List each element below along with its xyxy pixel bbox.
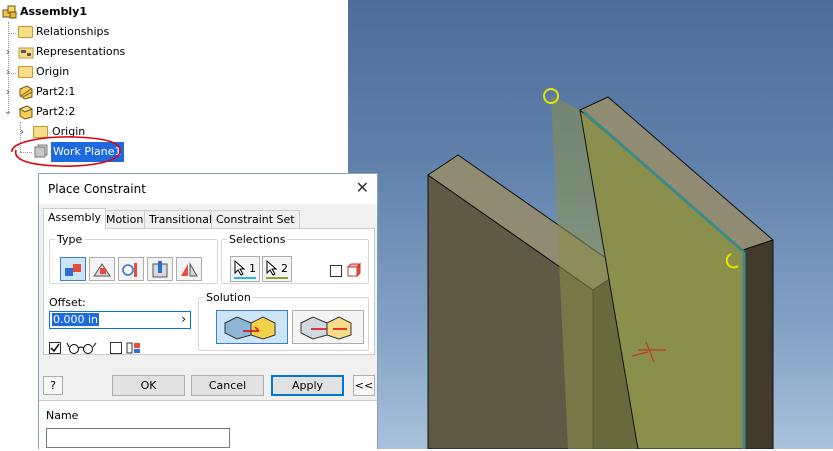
selections-label: Selections (227, 233, 288, 246)
selection-1-label: 1 (249, 262, 256, 275)
help-button[interactable]: ? (43, 376, 63, 395)
close-icon[interactable]: ✕ (356, 178, 369, 197)
selection-1-button[interactable]: 1 (230, 256, 260, 282)
tangent-constraint-button[interactable] (118, 257, 144, 281)
solution-mate-button[interactable] (216, 310, 288, 344)
insert-icon (152, 261, 168, 278)
offset-arrow-icon[interactable]: › (181, 312, 186, 326)
predict-offset-checkbox[interactable] (110, 342, 122, 354)
selection-1-indicator (234, 277, 256, 279)
selection-2-indicator (266, 277, 288, 279)
collapse-arrow-icon[interactable]: ⌄ (3, 102, 13, 122)
expand-arrow-icon[interactable]: › (3, 42, 13, 62)
representations-icon (18, 44, 34, 60)
dialog-title-bar[interactable]: Place Constraint ✕ (39, 174, 377, 204)
flush-solution-icon (300, 316, 352, 340)
name-section: Name (39, 400, 377, 451)
folder-icon (18, 66, 33, 78)
pick-part-first-checkbox[interactable] (330, 265, 342, 277)
mate-constraint-button[interactable] (60, 257, 86, 281)
ok-button[interactable]: OK (112, 375, 185, 396)
tree-item-part2-1[interactable]: › Part2:1 (0, 82, 200, 102)
checkmark-icon (50, 343, 60, 353)
offset-value: 0.000 in (52, 313, 100, 326)
expand-arrow-icon[interactable]: › (3, 82, 13, 102)
mate-icon (65, 264, 81, 276)
collapse-more-button[interactable]: << (353, 375, 375, 396)
cursor-arrow-icon (234, 260, 246, 276)
part-icon (18, 84, 34, 100)
tree-item-part2-2[interactable]: ⌄ Part2:2 (0, 102, 200, 122)
tangent-icon (122, 263, 137, 277)
tree-root-label: Assembly1 (20, 5, 87, 18)
tree-item-label: Relationships (36, 25, 110, 38)
symmetry-icon (181, 262, 198, 277)
show-preview-checkbox[interactable] (49, 342, 61, 354)
selection-point-marker (543, 88, 559, 104)
pick-part-first-icon (346, 262, 362, 278)
dialog-title: Place Constraint (48, 182, 146, 196)
place-constraint-dialog: Place Constraint ✕ Assembly Motion Trans… (38, 173, 378, 451)
tab-constraint-set[interactable]: Constraint Set (211, 210, 300, 229)
angle-constraint-button[interactable] (89, 257, 115, 281)
part-icon (18, 104, 34, 120)
tree-item-label: Representations (36, 45, 126, 58)
graphics-viewport[interactable] (348, 0, 833, 449)
viewport-scene (427, 88, 774, 449)
tree-item-relationships[interactable]: Relationships (0, 22, 200, 42)
cancel-button[interactable]: Cancel (191, 375, 264, 396)
folder-icon (18, 26, 33, 38)
highlight-circle-annotation (11, 136, 121, 167)
assembly-icon (2, 4, 18, 20)
solution-label: Solution (204, 291, 253, 304)
solution-flush-button[interactable] (292, 310, 364, 344)
angle-icon (93, 263, 111, 277)
apply-button[interactable]: Apply (271, 375, 344, 396)
tree-item-origin[interactable]: › Origin (0, 62, 200, 82)
tree-item-label: Part2:2 (36, 105, 76, 118)
name-input[interactable] (46, 428, 230, 448)
tab-motion[interactable]: Motion (101, 210, 149, 229)
glasses-icon (66, 342, 97, 354)
offset-label: Offset: (49, 296, 86, 309)
offset-input[interactable]: 0.000 in › (49, 311, 191, 329)
tab-panel: Type Selections 1 2 Offset: 0.000 in › S… (43, 228, 375, 355)
tab-assembly[interactable]: Assembly (43, 208, 107, 229)
tree-root-assembly[interactable]: Assembly1 (0, 2, 200, 22)
tab-transitional[interactable]: Transitional (144, 210, 217, 229)
symmetry-constraint-button[interactable] (176, 257, 202, 281)
mate-solution-icon (224, 316, 276, 340)
cursor-arrow-icon (266, 260, 278, 276)
tree-item-representations[interactable]: › Representations (0, 42, 200, 62)
predict-offset-icon (126, 342, 140, 354)
tree-item-label: Part2:1 (36, 85, 76, 98)
selection-2-label: 2 (281, 262, 288, 275)
insert-constraint-button[interactable] (147, 257, 173, 281)
help-icon: ? (50, 379, 56, 392)
name-label: Name (46, 409, 79, 422)
expand-arrow-icon[interactable]: › (3, 62, 13, 82)
right-plate-edge (742, 239, 774, 449)
tree-item-label: Origin (36, 65, 70, 78)
type-label: Type (55, 233, 85, 246)
selection-2-button[interactable]: 2 (262, 256, 292, 282)
